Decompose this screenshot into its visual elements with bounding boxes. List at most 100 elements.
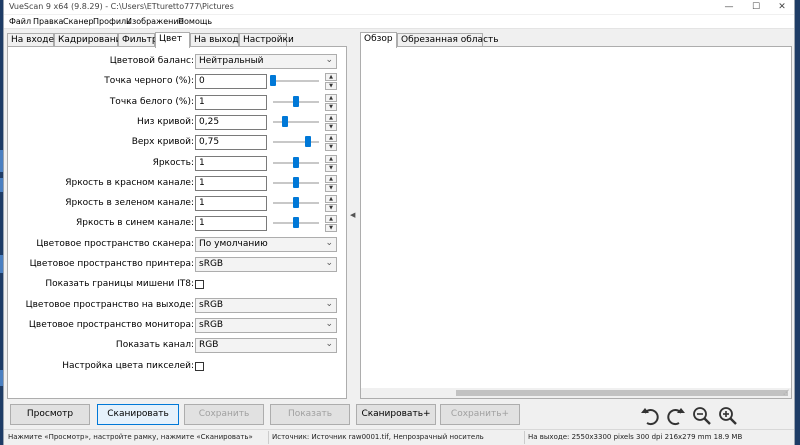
setting-row-color-balance: Цветовой баланс: Нейтральный ⌄ (8, 51, 346, 71)
spin-down-icon[interactable]: ▼ (325, 82, 337, 91)
spin-up-icon[interactable]: ▲ (325, 113, 337, 122)
black-point-slider[interactable] (270, 75, 319, 87)
resize-grip-icon[interactable]: ⋰ (783, 389, 789, 396)
show-button[interactable]: Показать (270, 404, 350, 425)
save-plus-button[interactable]: Сохранить+ (440, 404, 520, 425)
menu-image[interactable]: Изображение (126, 17, 184, 26)
settings-panel: На входе Кадрирование Фильтр Цвет На вых… (7, 32, 347, 399)
spin-up-icon[interactable]: ▲ (325, 174, 337, 183)
brightness-blue-spinner[interactable]: ▲ ▼ (325, 215, 337, 233)
chevron-down-icon: ⌄ (325, 318, 333, 329)
brightness-red-input[interactable]: 1 (195, 175, 267, 191)
zoom-out-icon[interactable] (692, 406, 712, 426)
setting-row-white-point: Точка белого (%): 1 ▲ ▼ (8, 92, 346, 112)
brightness-slider[interactable] (273, 156, 319, 168)
curve-low-input[interactable]: 0,25 (195, 114, 267, 130)
brightness-blue-slider[interactable] (273, 217, 319, 229)
tab-output[interactable]: На выходе (190, 33, 244, 47)
status-bar: Нажмите «Просмотр», настройте рамку, наж… (4, 429, 794, 445)
preview-hscrollbar[interactable] (361, 388, 791, 398)
preview-panel: Обзор Обрезанная область ⋰ (360, 32, 792, 399)
close-button[interactable]: ✕ (775, 1, 789, 13)
brightness-red-slider[interactable] (273, 176, 319, 188)
brightness-green-slider[interactable] (273, 197, 319, 209)
minimize-button[interactable]: — (722, 1, 736, 13)
rotate-left-icon[interactable] (640, 406, 660, 426)
menu-scanner[interactable]: Сканер (63, 17, 94, 26)
pixel-color-adjust-checkbox[interactable] (195, 361, 204, 371)
slider-thumb[interactable] (270, 75, 276, 87)
slider-thumb[interactable] (281, 115, 288, 127)
zoom-in-icon[interactable] (718, 406, 738, 426)
rotate-right-icon[interactable] (666, 406, 686, 426)
curve-high-input[interactable]: 0,75 (195, 135, 267, 151)
scan-button[interactable]: Сканировать (97, 404, 179, 425)
white-point-spinner[interactable]: ▲ ▼ (325, 93, 337, 111)
tab-color[interactable]: Цвет (155, 32, 190, 48)
scanner-color-space-select[interactable]: По умолчанию ⌄ (195, 236, 337, 252)
spin-up-icon[interactable]: ▲ (325, 134, 337, 143)
slider-thumb[interactable] (293, 176, 299, 188)
brightness-blue-input[interactable]: 1 (195, 216, 267, 232)
tab-prefs[interactable]: Настройки (239, 33, 294, 47)
action-bar: Просмотр Сканировать Сохранить Показать … (4, 404, 794, 426)
monitor-color-space-select[interactable]: sRGB ⌄ (195, 317, 337, 333)
white-point-input[interactable]: 1 (195, 94, 267, 110)
spin-up-icon[interactable]: ▲ (325, 93, 337, 102)
slider-thumb[interactable] (293, 95, 299, 107)
output-color-space-select[interactable]: sRGB ⌄ (195, 297, 337, 313)
menu-edit[interactable]: Правка (33, 17, 63, 26)
tab-input[interactable]: На входе (7, 33, 54, 47)
spin-down-icon[interactable]: ▼ (325, 102, 337, 111)
curve-high-spinner[interactable]: ▲ ▼ (325, 134, 337, 152)
slider-thumb[interactable] (304, 136, 311, 148)
preview-canvas[interactable]: ⋰ (360, 46, 792, 399)
scan-plus-button[interactable]: Сканировать+ (356, 404, 436, 425)
chevron-down-icon: ⌄ (325, 237, 333, 248)
spin-up-icon[interactable]: ▲ (325, 154, 337, 163)
preview-button[interactable]: Просмотр (10, 404, 90, 425)
curve-low-slider[interactable] (273, 115, 319, 127)
spin-down-icon[interactable]: ▼ (325, 122, 337, 131)
spin-up-icon[interactable]: ▲ (325, 215, 337, 224)
curve-low-spinner[interactable]: ▲ ▼ (325, 113, 337, 131)
tab-preview[interactable]: Обзор (360, 32, 397, 48)
setting-label: Показать канал: (115, 340, 194, 351)
collapse-panel-arrow[interactable]: ◀ (350, 211, 355, 219)
spin-down-icon[interactable]: ▼ (325, 204, 337, 213)
spin-down-icon[interactable]: ▼ (325, 183, 337, 192)
setting-row-scanner-color-space: Цветовое пространство сканера: По умолчан… (8, 234, 346, 254)
menu-file[interactable]: Файл (9, 17, 31, 26)
color-balance-select[interactable]: Нейтральный ⌄ (195, 54, 337, 69)
settings-scrollbar[interactable] (340, 49, 346, 398)
slider-thumb[interactable] (293, 156, 299, 168)
printer-color-space-select[interactable]: sRGB ⌄ (195, 257, 337, 272)
spin-down-icon[interactable]: ▼ (325, 163, 337, 172)
brightness-spinner[interactable]: ▲ ▼ (325, 154, 337, 172)
spin-down-icon[interactable]: ▼ (325, 224, 337, 233)
show-it8-bounds-checkbox[interactable] (195, 280, 204, 290)
brightness-green-spinner[interactable]: ▲ ▼ (325, 195, 337, 213)
spin-down-icon[interactable]: ▼ (325, 143, 337, 152)
tab-cropped-area[interactable]: Обрезанная область (397, 33, 499, 47)
tab-crop[interactable]: Кадрирование (54, 33, 127, 47)
spin-up-icon[interactable]: ▲ (325, 73, 337, 82)
curve-high-slider[interactable] (273, 136, 319, 148)
black-point-spinner[interactable]: ▲ ▼ (325, 73, 337, 91)
brightness-green-input[interactable]: 1 (195, 196, 267, 212)
white-point-slider[interactable] (273, 95, 319, 107)
maximize-button[interactable]: ☐ (749, 1, 763, 13)
slider-thumb[interactable] (293, 217, 299, 229)
window-title: VueScan 9 x64 (9.8.29) - C:\Users\ETture… (9, 2, 234, 11)
brightness-red-spinner[interactable]: ▲ ▼ (325, 174, 337, 192)
brightness-input[interactable]: 1 (195, 155, 267, 171)
preview-scroll-thumb[interactable] (456, 390, 788, 396)
black-point-input[interactable]: 0 (195, 74, 267, 90)
spin-up-icon[interactable]: ▲ (325, 195, 337, 204)
setting-row-show-channel: Показать канал: RGB ⌄ (8, 335, 346, 355)
save-button[interactable]: Сохранить (184, 404, 264, 425)
slider-thumb[interactable] (293, 197, 299, 209)
menu-help[interactable]: Помощь (178, 17, 212, 26)
tab-filter[interactable]: Фильтр (118, 33, 158, 47)
show-channel-select[interactable]: RGB ⌄ (195, 338, 337, 354)
